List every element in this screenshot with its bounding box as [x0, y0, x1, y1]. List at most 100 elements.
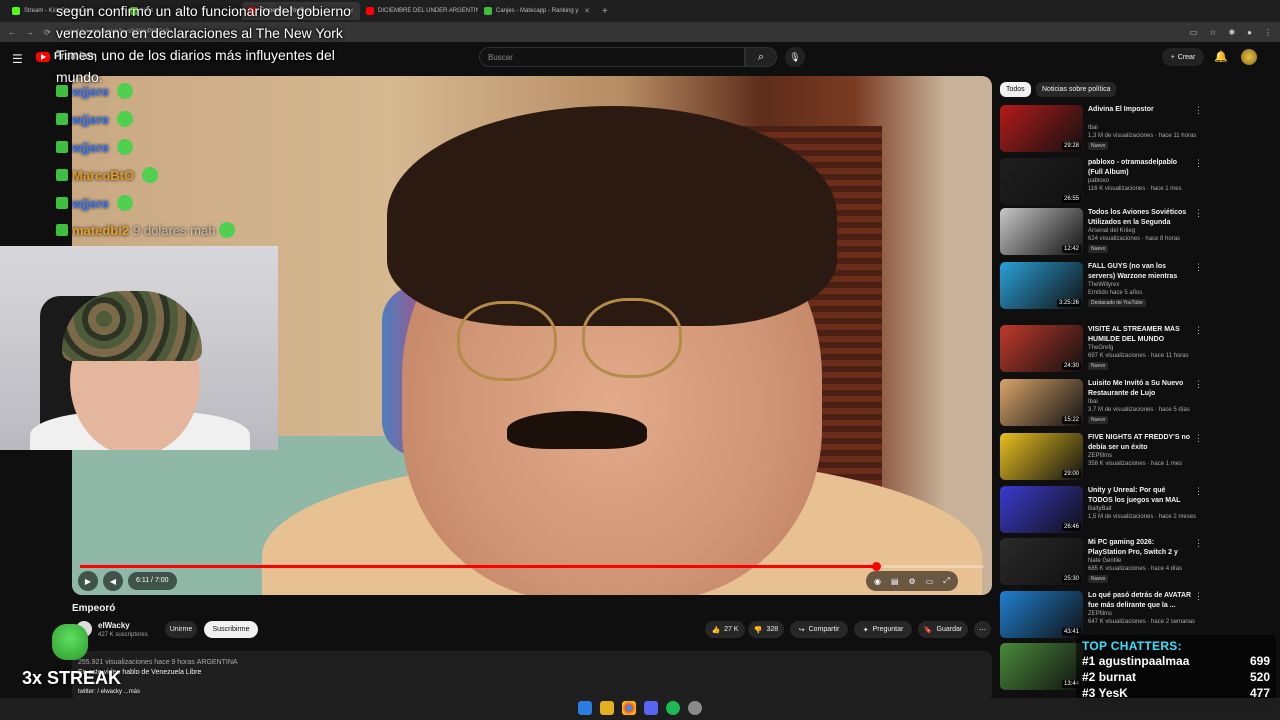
voice-search-button[interactable]: 🎙: [785, 47, 805, 67]
recommended-title[interactable]: Adivina El Impostor: [1088, 105, 1192, 115]
more-options-icon[interactable]: ⋮: [1194, 105, 1203, 116]
back-icon[interactable]: ←: [8, 28, 16, 37]
subscribe-button[interactable]: Suscribirme: [204, 621, 258, 638]
more-options-icon[interactable]: ⋮: [1194, 591, 1203, 602]
recommended-video[interactable]: 24:30 VISITÉ AL STREAMER MÁS HUMILDE DEL …: [1000, 325, 1203, 375]
file-explorer-icon[interactable]: [600, 701, 614, 715]
recommended-title[interactable]: Luisito Me Invitó a Su Nuevo Restaurante…: [1088, 379, 1192, 399]
recommended-title[interactable]: FIVE NIGHTS AT FREDDY'S no debía ser un …: [1088, 433, 1192, 453]
volume-button[interactable]: ◀: [103, 571, 123, 591]
more-options-icon[interactable]: ⋮: [1194, 208, 1203, 219]
obs-icon[interactable]: [688, 701, 702, 715]
new-tab-button[interactable]: +: [602, 6, 608, 17]
recommended-video[interactable]: 26:55 pabloxo - otramasdelpablo (Full Alb…: [1000, 158, 1203, 208]
search-button[interactable]: ⌕: [745, 47, 777, 67]
discord-icon[interactable]: [644, 701, 658, 715]
video-thumbnail[interactable]: 26:55: [1000, 158, 1083, 205]
notifications-bell-icon[interactable]: 🔔: [1214, 50, 1228, 63]
recommended-video[interactable]: 3:25:26 FALL GUYS (no van los servers) Wa…: [1000, 262, 1203, 312]
video-thumbnail[interactable]: 29:28: [1000, 105, 1083, 152]
video-thumbnail[interactable]: 24:30: [1000, 325, 1083, 372]
recommended-title[interactable]: Unity y Unreal: Por qué TODOS los juegos…: [1088, 486, 1192, 506]
bookmark-star-icon[interactable]: ☆: [1209, 28, 1216, 37]
join-button[interactable]: Unirme: [165, 621, 197, 638]
recommended-video[interactable]: 43:41 Lo qué pasó detrás de AVATAR fue má…: [1000, 591, 1203, 641]
recommended-channel[interactable]: TheWillyrex: [1088, 282, 1119, 288]
theater-mode-icon[interactable]: ▭: [926, 577, 934, 586]
like-button[interactable]: 👍 27 K: [705, 621, 745, 638]
reload-icon[interactable]: ⟳: [44, 28, 51, 37]
progress-scrubber[interactable]: [871, 562, 881, 571]
video-thumbnail[interactable]: 43:41: [1000, 591, 1083, 638]
forward-icon[interactable]: →: [26, 28, 34, 37]
recommended-channel[interactable]: Nate Gentile: [1088, 558, 1121, 564]
more-options-icon[interactable]: ⋮: [1194, 486, 1203, 497]
video-thumbnail[interactable]: 13:44: [1000, 643, 1083, 690]
recommended-channel[interactable]: Ibai: [1088, 399, 1098, 405]
recommended-channel[interactable]: Arsenal del Kriieg: [1088, 228, 1135, 234]
extensions-icon[interactable]: ✱: [1228, 28, 1235, 37]
more-options-icon[interactable]: ⋮: [1194, 379, 1203, 390]
more-options-icon[interactable]: ⋮: [1194, 262, 1203, 273]
show-more-link[interactable]: ...más: [124, 689, 140, 695]
play-button[interactable]: ▶: [78, 571, 98, 591]
recommended-title[interactable]: FALL GUYS (no van los servers) Warzone m…: [1088, 262, 1192, 282]
recommended-video[interactable]: 25:30 Mi PC gaming 2026: PlayStation Pro,…: [1000, 538, 1203, 588]
browser-tab[interactable]: Canjes - Matecapp - Ranking y ✕: [478, 2, 596, 20]
fullscreen-icon[interactable]: ⤢: [943, 576, 949, 586]
video-thumbnail[interactable]: 3:25:26: [1000, 262, 1083, 309]
recommended-channel[interactable]: BaityBait: [1088, 506, 1112, 512]
subtitles-icon[interactable]: ▤: [891, 577, 899, 586]
recommended-video[interactable]: 12:42 Todos los Aviones Soviéticos Utiliz…: [1000, 208, 1203, 258]
close-tab-icon[interactable]: ✕: [584, 7, 590, 15]
profile-icon[interactable]: ●: [1247, 28, 1252, 37]
autoplay-toggle-icon[interactable]: ◉: [874, 577, 881, 586]
recommended-title[interactable]: Lo qué pasó detrás de AVATAR fue más del…: [1088, 591, 1192, 611]
install-icon[interactable]: ▭: [1190, 28, 1198, 37]
recommended-title[interactable]: VISITÉ AL STREAMER MÁS HUMILDE DEL MUNDO: [1088, 325, 1192, 345]
chip-todos[interactable]: Todos: [1000, 82, 1031, 97]
chat-message: wjjere: [56, 195, 133, 211]
video-thumbnail[interactable]: 25:30: [1000, 538, 1083, 585]
top-chatter-row: #2 burnat 520: [1082, 669, 1270, 685]
spotify-icon[interactable]: [666, 701, 680, 715]
account-avatar[interactable]: [1241, 49, 1257, 65]
recommended-title[interactable]: Todos los Aviones Soviéticos Utilizados …: [1088, 208, 1192, 228]
recommended-video[interactable]: 26:46 Unity y Unreal: Por qué TODOS los j…: [1000, 486, 1203, 536]
recommended-video[interactable]: 15:22 Luisito Me Invitó a Su Nuevo Restau…: [1000, 379, 1203, 429]
browser-menu-icon[interactable]: ⋮: [1264, 28, 1272, 37]
browser-tab[interactable]: DICIEMBRE DEL UNDER ARGENTINO✕: [360, 2, 478, 20]
hamburger-menu-icon[interactable]: ☰: [12, 52, 23, 66]
more-options-icon[interactable]: ⋮: [1194, 158, 1203, 169]
chip-noticias-politica[interactable]: Noticias sobre política: [1036, 82, 1117, 97]
save-button[interactable]: 🔖 Guardar: [918, 621, 968, 638]
share-button[interactable]: ↪ Compartir: [790, 621, 848, 638]
more-options-icon[interactable]: ⋮: [1194, 325, 1203, 336]
video-thumbnail[interactable]: 26:46: [1000, 486, 1083, 533]
recommended-channel[interactable]: pabloxo: [1088, 178, 1109, 184]
recommended-title[interactable]: pabloxo - otramasdelpablo (Full Album): [1088, 158, 1192, 178]
recommended-channel[interactable]: Ibai: [1088, 125, 1098, 131]
recommended-channel[interactable]: ZEPfilms: [1088, 453, 1112, 459]
chrome-icon[interactable]: [622, 701, 636, 715]
more-actions-button[interactable]: ⋯: [974, 621, 991, 638]
video-thumbnail[interactable]: 29:00: [1000, 433, 1083, 480]
search-input[interactable]: Buscar: [479, 47, 745, 67]
windows-start-icon[interactable]: [578, 701, 592, 715]
recommended-title[interactable]: Mi PC gaming 2026: PlayStation Pro, Swit…: [1088, 538, 1192, 558]
video-thumbnail[interactable]: 12:42: [1000, 208, 1083, 255]
dislike-button[interactable]: 👎 328: [748, 621, 784, 638]
recommended-channel[interactable]: TheGrefg: [1088, 345, 1113, 351]
video-progress-bar[interactable]: [80, 562, 984, 571]
more-options-icon[interactable]: ⋮: [1194, 538, 1203, 549]
twitter-link[interactable]: twitter: / elwacky: [78, 689, 122, 695]
ask-button[interactable]: ✦ Preguntar: [854, 621, 912, 638]
channel-name[interactable]: elWacky: [98, 621, 130, 630]
create-button[interactable]: + Crear: [1162, 48, 1204, 66]
video-thumbnail[interactable]: 15:22: [1000, 379, 1083, 426]
settings-gear-icon[interactable]: ⚙: [909, 577, 916, 586]
recommended-video[interactable]: 29:00 FIVE NIGHTS AT FREDDY'S no debía se…: [1000, 433, 1203, 483]
recommended-video[interactable]: 29:28 Adivina El Impostor Ibai 1,3 M de vis…: [1000, 105, 1203, 155]
more-options-icon[interactable]: ⋮: [1194, 433, 1203, 444]
recommended-channel[interactable]: ZEPfilms: [1088, 611, 1112, 617]
